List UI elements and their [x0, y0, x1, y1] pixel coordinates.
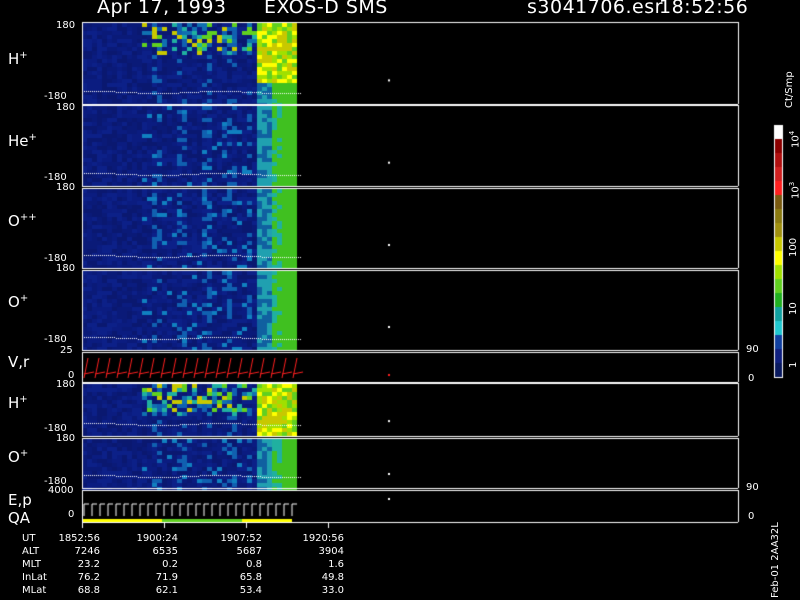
header-date: Apr 17, 1993 — [97, 0, 227, 18]
rtick-p4-bottom: 0 — [748, 373, 755, 384]
panel-label-qa: QA — [8, 509, 31, 527]
ephemeris-col-0: 1852:56 7246 23.2 76.2 68.8 — [58, 533, 100, 596]
tick-p1-top: 180 — [56, 102, 76, 113]
footer-vertical-text: Feb-01 2AA32L — [770, 522, 781, 598]
ephemeris-row-labels: UT ALT MLT InLat MLat — [22, 533, 47, 596]
panel-label-o-plusplus: O++ — [8, 212, 37, 230]
rtick-p4-top: 90 — [746, 344, 759, 355]
panel-label-vr: V,r — [8, 353, 30, 371]
panel-label-o-plus-2: O+ — [8, 448, 29, 466]
tick-p7-bottom: 0 — [68, 509, 75, 520]
panel-label-h-plus: H+ — [8, 50, 28, 68]
tick-p0-top: 180 — [56, 20, 76, 31]
colorbar-label-10: 10 — [788, 302, 799, 315]
tick-p4-top: 25 — [60, 345, 73, 356]
tick-p6-top: 180 — [56, 433, 76, 444]
spectrogram-canvas — [0, 0, 800, 600]
header-time: 18:52:56 — [659, 0, 749, 18]
header-instrument: EXOS-D SMS — [264, 0, 388, 18]
rtick-p7-top: 90 — [746, 482, 759, 493]
tick-p0-bottom: -180 — [44, 91, 67, 102]
panel-label-he-plus: He+ — [8, 132, 37, 150]
ephemeris-col-1: 1900:24 6535 0.2 71.9 62.1 — [136, 533, 178, 596]
tick-p7-top: 4000 — [48, 485, 74, 496]
colorbar-label-1e4: 104 — [788, 130, 800, 148]
tick-p5-top: 180 — [56, 379, 76, 390]
ephemeris-col-3: 1920:56 3904 1.6 49.8 33.0 — [302, 533, 344, 596]
panel-label-h-plus-2: H+ — [8, 394, 28, 412]
colorbar-label-1e3: 103 — [788, 181, 800, 199]
header-file: s3041706.esr — [527, 0, 663, 18]
panel-label-o-plus: O+ — [8, 293, 29, 311]
rtick-p7-bottom: 0 — [748, 511, 755, 522]
ephemeris-col-2: 1907:52 5687 0.8 65.8 53.4 — [220, 533, 262, 596]
colorbar-title: Ct/Smp — [784, 71, 795, 108]
tick-p2-top: 180 — [56, 182, 76, 193]
colorbar-label-100: 100 — [788, 237, 799, 257]
panel-label-ep: E,p — [8, 491, 32, 509]
tick-p3-bottom: -180 — [44, 334, 67, 345]
tick-p3-top: 180 — [56, 263, 76, 274]
colorbar-label-1: 1 — [788, 361, 799, 368]
